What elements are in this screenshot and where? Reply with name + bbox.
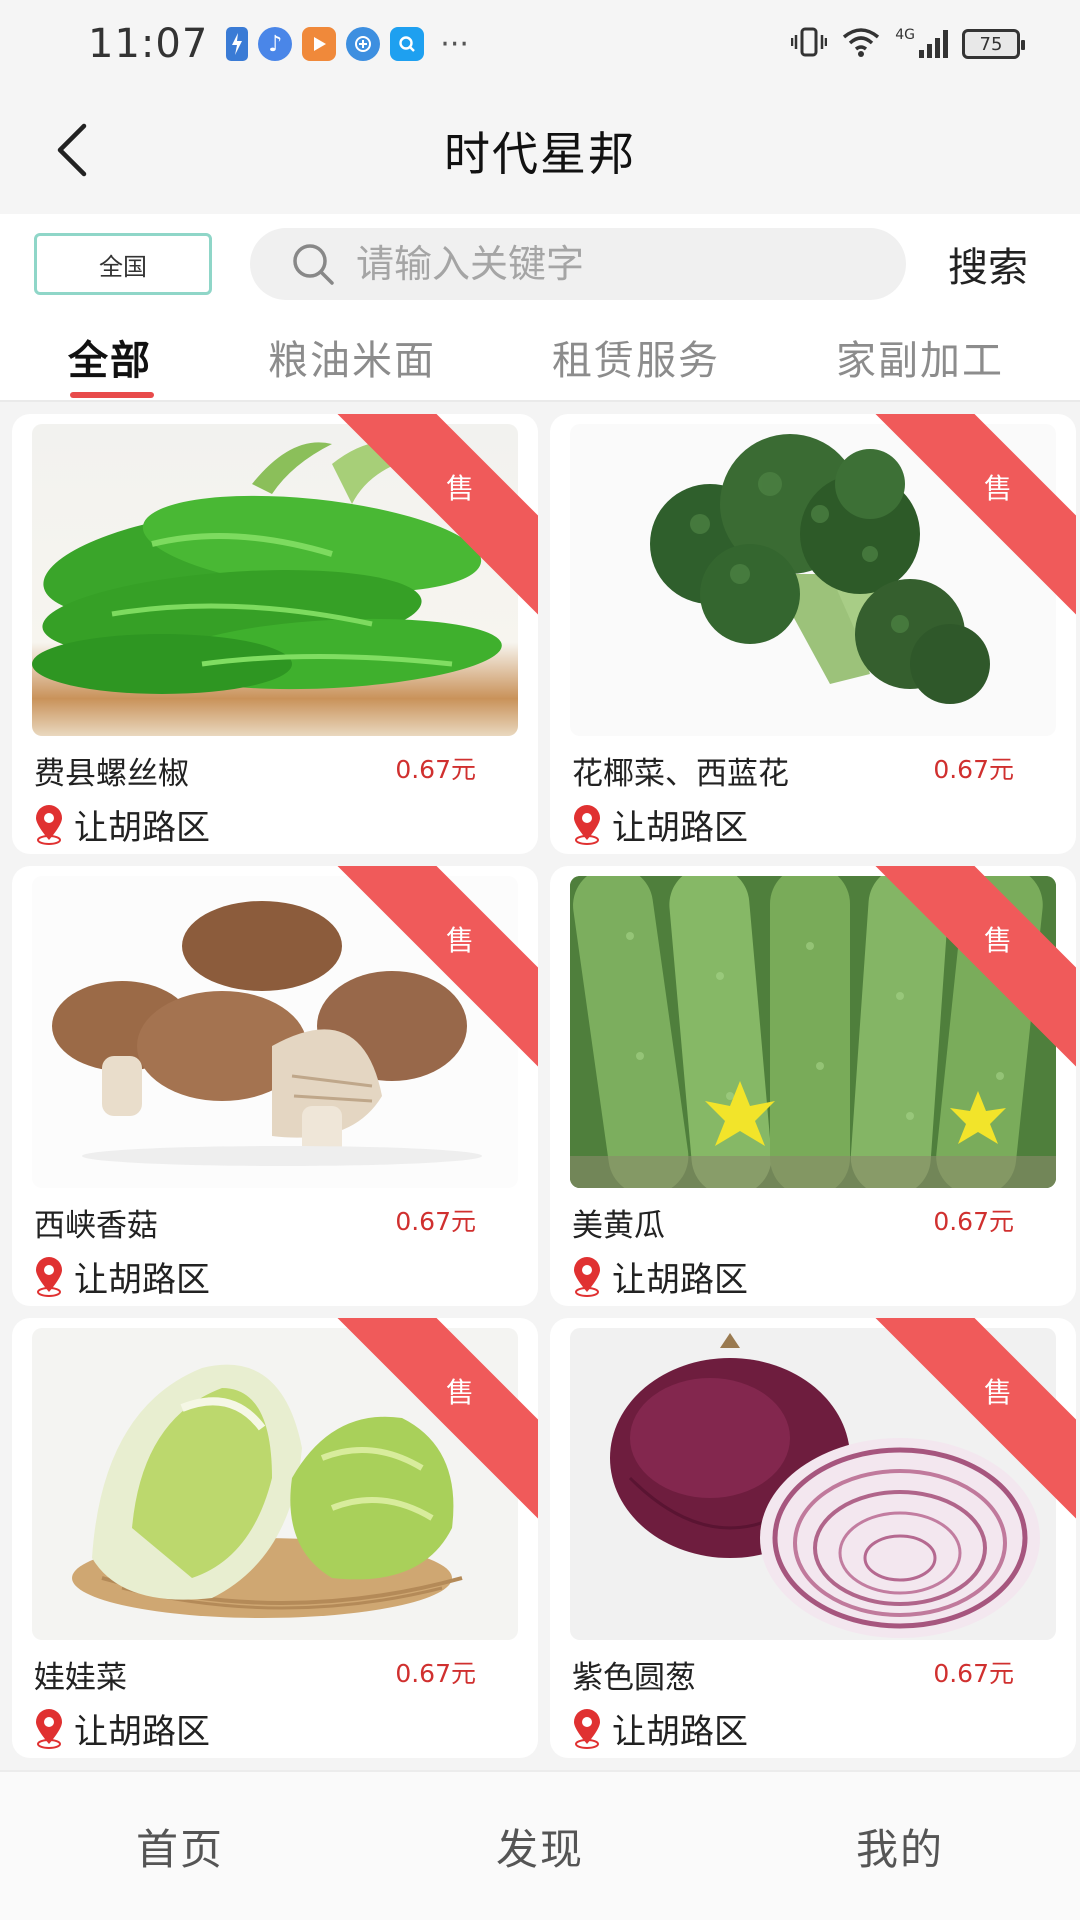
product-price: 0.67元 [395, 1207, 476, 1236]
category-tabs: 全部 粮油米面 租赁服务 家副加工 [0, 314, 1080, 402]
search-button[interactable]: 搜索 [948, 235, 1046, 293]
product-card[interactable]: 售 西峡香菇 0.67元 让胡路区 [12, 866, 538, 1306]
product-grid: 售 费县螺丝椒 0.67元 让胡路区 售 花椰菜、西蓝花 0.67元 让胡路区 … [0, 404, 1080, 1770]
product-location: 让胡路区 [34, 1252, 210, 1301]
location-pin-icon [574, 1256, 600, 1297]
ribbon-label: 售 [983, 471, 1013, 505]
location-pin-icon [574, 1708, 600, 1749]
product-name: 花椰菜、西蓝花 [572, 756, 789, 792]
tab-rental-service[interactable]: 租赁服务 [552, 328, 720, 386]
tab-all[interactable]: 全部 [68, 328, 152, 386]
product-card[interactable]: 售 美黄瓜 0.67元 让胡路区 [550, 866, 1076, 1306]
status-bar: 11:07 ♪ ··· 4G 75 [0, 0, 1080, 88]
network-type: 4G [895, 27, 915, 43]
tab-processing[interactable]: 家副加工 [836, 328, 1004, 386]
product-card[interactable]: 售 紫色圆葱 0.67元 让胡路区 [550, 1318, 1076, 1758]
location-text: 让胡路区 [74, 808, 210, 848]
location-pin-icon [36, 1708, 62, 1749]
product-location: 让胡路区 [572, 1704, 748, 1753]
vibrate-icon [790, 25, 828, 63]
product-price: 0.67元 [933, 1207, 1014, 1236]
product-location: 让胡路区 [34, 800, 210, 849]
ribbon-label: 售 [983, 923, 1013, 957]
browser-app-icon [346, 27, 381, 61]
search-app-icon [390, 27, 425, 61]
nav-home[interactable]: 首页 [0, 1816, 360, 1877]
video-app-icon [302, 27, 337, 61]
product-card[interactable]: 售 娃娃菜 0.67元 让胡路区 [12, 1318, 538, 1758]
page-title: 时代星邦 [444, 127, 636, 181]
location-text: 让胡路区 [74, 1260, 210, 1300]
nav-discover[interactable]: 发现 [360, 1816, 720, 1877]
chevron-left-icon [57, 123, 87, 177]
location-text: 让胡路区 [74, 1712, 210, 1752]
ribbon-label: 售 [983, 1375, 1013, 1409]
location-text: 让胡路区 [612, 1260, 748, 1300]
bottom-navigation: 首页 发现 我的 [0, 1770, 1080, 1920]
location-pin-icon [574, 804, 600, 845]
wifi-icon [841, 26, 881, 62]
region-selector-button[interactable]: 全国 [34, 233, 212, 295]
product-location: 让胡路区 [572, 800, 748, 849]
location-pin-icon [36, 1256, 62, 1297]
more-notifications-icon: ··· [440, 26, 469, 62]
battery-icon: 75 [962, 29, 1025, 59]
product-location: 让胡路区 [34, 1704, 210, 1753]
search-box[interactable] [250, 228, 906, 300]
status-time: 11:07 [88, 21, 209, 67]
ribbon-label: 售 [445, 923, 475, 957]
header: 时代星邦 [0, 88, 1080, 214]
search-icon [293, 244, 334, 285]
active-tab-indicator [70, 392, 154, 398]
product-price: 0.67元 [395, 1659, 476, 1688]
battery-level: 75 [979, 33, 1003, 55]
status-indicators: 4G 75 [790, 25, 1025, 63]
product-name: 紫色圆葱 [572, 1660, 696, 1696]
location-pin-icon [36, 804, 62, 845]
product-name: 费县螺丝椒 [34, 756, 189, 792]
product-price: 0.67元 [933, 1659, 1014, 1688]
search-bar: 全国 搜索 [0, 214, 1080, 314]
nav-mine[interactable]: 我的 [720, 1816, 1080, 1877]
product-price: 0.67元 [395, 755, 476, 784]
product-price: 0.67元 [933, 755, 1014, 784]
search-input[interactable] [356, 242, 876, 286]
battery-saver-icon [226, 27, 249, 61]
product-card[interactable]: 售 花椰菜、西蓝花 0.67元 让胡路区 [550, 414, 1076, 854]
product-name: 美黄瓜 [572, 1208, 665, 1244]
tab-grain-oil[interactable]: 粮油米面 [268, 328, 436, 386]
signal-icon [919, 30, 948, 58]
back-button[interactable] [40, 118, 104, 182]
ribbon-label: 售 [445, 1375, 475, 1409]
product-name: 娃娃菜 [34, 1660, 127, 1696]
product-card[interactable]: 售 费县螺丝椒 0.67元 让胡路区 [12, 414, 538, 854]
ribbon-label: 售 [445, 471, 475, 505]
product-location: 让胡路区 [572, 1252, 748, 1301]
location-text: 让胡路区 [612, 808, 748, 848]
product-name: 西峡香菇 [34, 1208, 158, 1244]
location-text: 让胡路区 [612, 1712, 748, 1752]
music-app-icon: ♪ [258, 27, 293, 61]
